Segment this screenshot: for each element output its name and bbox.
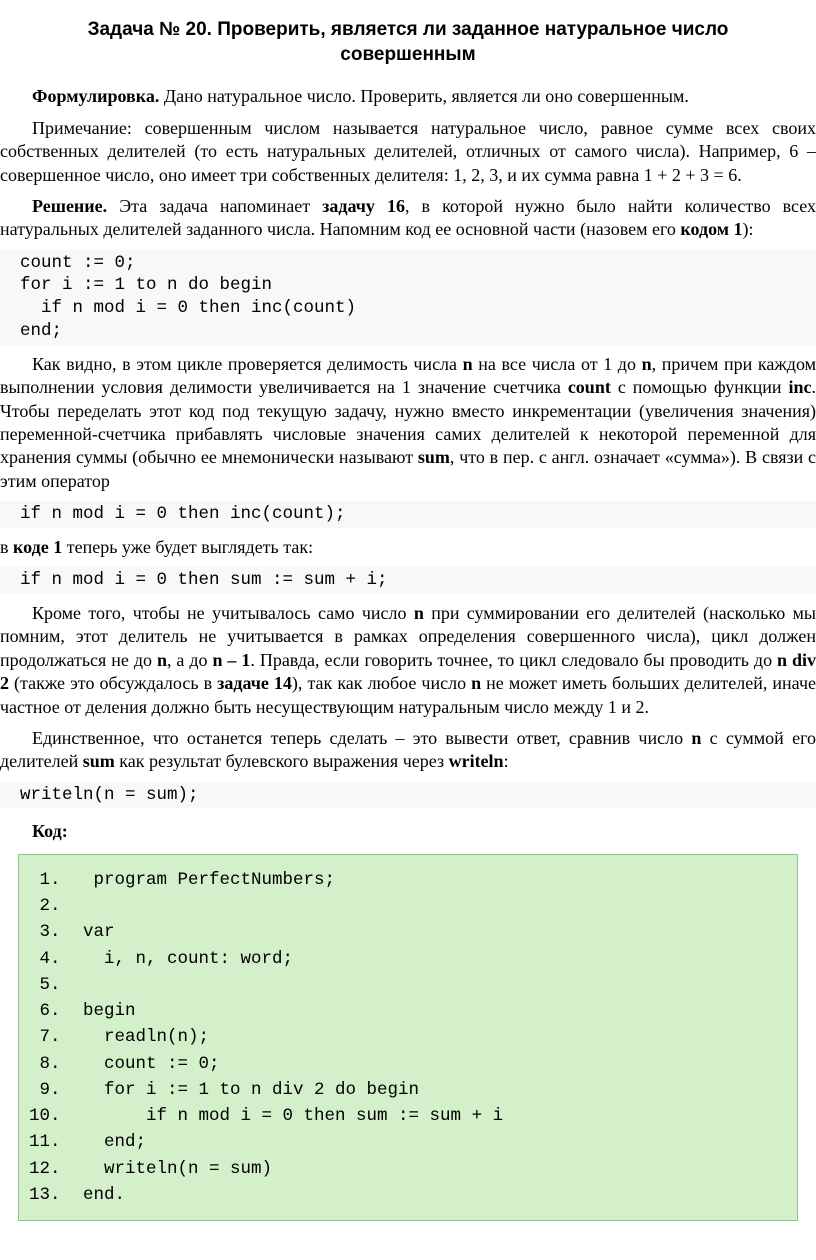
explanation-1: Как видно, в этом цикле проверяется дели… xyxy=(0,353,816,493)
final-code-list: program PerfectNumbers; var i, n, count: … xyxy=(29,867,787,1208)
code-line: for i := 1 to n div 2 do begin xyxy=(71,1077,787,1103)
code-block-3: if n mod i = 0 then sum := sum + i; xyxy=(0,567,816,594)
code-block-1: count := 0; for i := 1 to n do begin if … xyxy=(0,250,816,345)
code-line xyxy=(71,893,787,919)
explanation-3: Кроме того, чтобы не учитывалось само чи… xyxy=(0,602,816,719)
formulation-text: Дано натуральное число. Проверить, являе… xyxy=(159,86,688,106)
code-line: begin xyxy=(71,998,787,1024)
code-line: i, n, count: word; xyxy=(71,946,787,972)
code-line: count := 0; xyxy=(71,1051,787,1077)
final-code-block: program PerfectNumbers; var i, n, count: … xyxy=(18,854,798,1221)
solution-label: Решение. xyxy=(32,196,107,216)
code-line xyxy=(71,972,787,998)
code-line: program PerfectNumbers; xyxy=(71,867,787,893)
code-line: readln(n); xyxy=(71,1024,787,1050)
code-section-label: Код: xyxy=(32,820,816,843)
task-title: Задача № 20. Проверить, является ли зада… xyxy=(40,18,776,67)
code-line: writeln(n = sum) xyxy=(71,1156,787,1182)
solution-paragraph: Решение. Эта задача напоминает задачу 16… xyxy=(0,195,816,242)
code-block-2: if n mod i = 0 then inc(count); xyxy=(0,501,816,528)
explanation-4: Единственное, что останется теперь сдела… xyxy=(0,727,816,774)
note-paragraph: Примечание: совершенным числом называетс… xyxy=(0,117,816,187)
code-line: if n mod i = 0 then sum := sum + i xyxy=(71,1103,787,1129)
code-line: end; xyxy=(71,1129,787,1155)
code-line: end. xyxy=(71,1182,787,1208)
formulation-paragraph: Формулировка. Дано натуральное число. Пр… xyxy=(0,85,816,108)
formulation-label: Формулировка. xyxy=(32,86,159,106)
code-block-4: writeln(n = sum); xyxy=(0,782,816,809)
code-line: var xyxy=(71,919,787,945)
explanation-2: в коде 1 теперь уже будет выглядеть так: xyxy=(0,536,816,559)
